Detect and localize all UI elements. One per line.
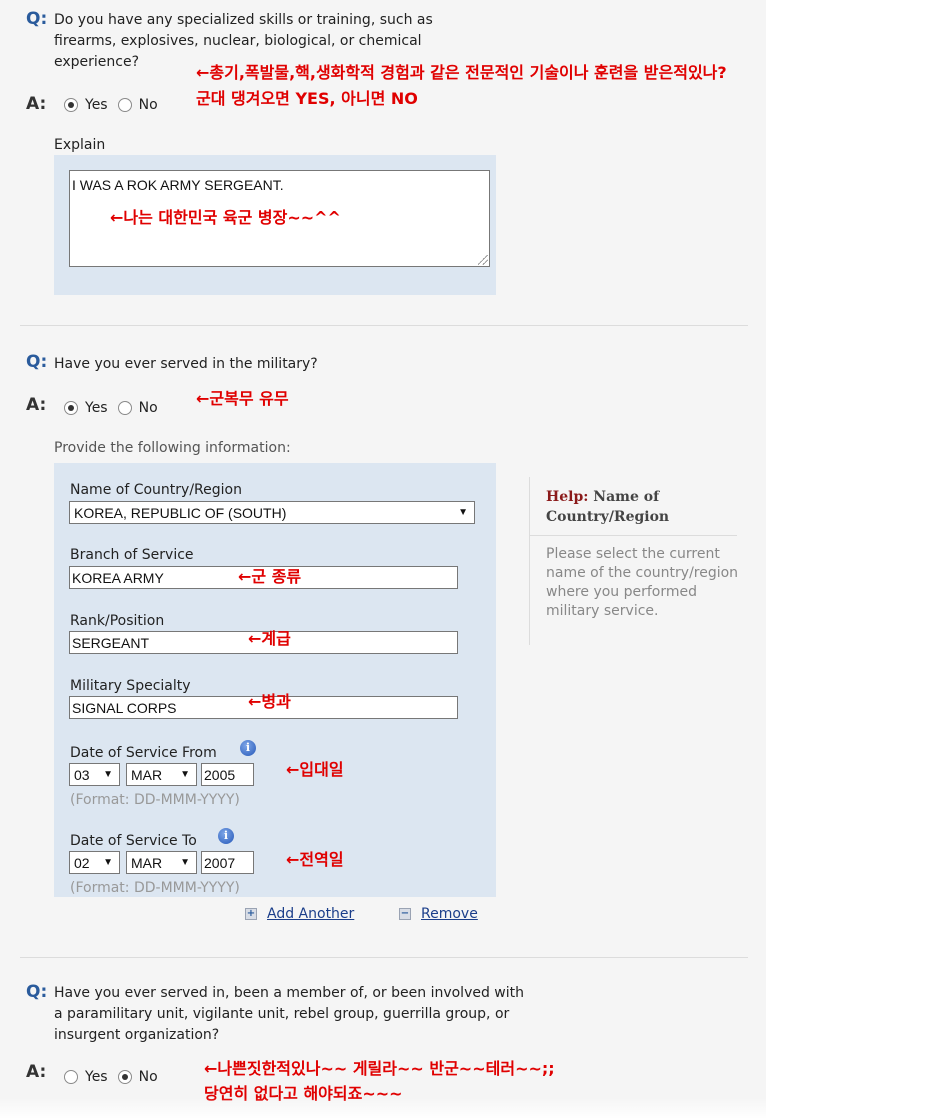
date-to-day-select[interactable]: 02 ▼ [69,851,120,874]
annotation-date-to: ←전역일 [286,850,344,869]
date-to-month-select[interactable]: MAR ▼ [126,851,197,874]
country-value: KOREA, REPUBLIC OF (SOUTH) [74,505,287,521]
question-marker: Q: [26,982,48,1002]
answer-marker: A: [26,1062,47,1082]
rank-label: Rank/Position [70,613,165,629]
answer-marker: A: [26,395,47,415]
branch-label: Branch of Service [70,547,194,563]
military-yes-label: Yes [85,400,108,416]
help-prefix: Help: [546,489,589,505]
remove-icon: − [399,908,411,920]
section-divider [20,325,748,326]
date-from-year-input[interactable]: 2005 [201,763,254,786]
date-from-format-hint: (Format: DD-MMM-YYYY) [70,792,240,808]
add-icon: + [245,908,257,920]
skills-radio-group: Yes No [64,97,168,113]
military-no-radio[interactable] [117,401,132,415]
military-no-label: No [138,400,158,416]
provide-info-label: Provide the following information: [54,440,291,456]
info-icon[interactable]: i [218,828,234,844]
paramilitary-no-radio[interactable] [117,1070,132,1084]
date-to-label: Date of Service To [70,833,197,849]
paramilitary-yes-label: Yes [85,1069,108,1085]
date-to-year-input[interactable]: 2007 [201,851,254,874]
date-from-month-select[interactable]: MAR ▼ [126,763,197,786]
annotation-branch: ←군 종류 [238,567,302,586]
country-label: Name of Country/Region [70,482,242,498]
military-radio-group: Yes No [64,400,168,416]
dropdown-arrow-icon: ▼ [180,857,190,868]
paramilitary-no-label: No [138,1069,158,1085]
dropdown-arrow-icon: ▼ [180,769,190,780]
dropdown-arrow-icon: ▼ [458,507,468,518]
annotation-explain: ←나는 대한민국 육군 병장~~^^ [110,208,341,227]
help-title: Help: Name of Country/Region [546,487,736,527]
date-to-month: MAR [131,855,163,871]
date-from-day: 03 [74,767,90,783]
question-marker: Q: [26,9,48,29]
annotation-skills-question: ←총기,폭발물,핵,생화학적 경험과 같은 전문적인 기술이나 훈련을 받은적있… [196,63,727,82]
dropdown-arrow-icon: ▼ [103,769,113,780]
paramilitary-radio-group: Yes No [64,1069,168,1085]
remove-label: Remove [421,906,478,922]
country-select[interactable]: KOREA, REPUBLIC OF (SOUTH) ▼ [69,501,475,524]
add-another-button[interactable]: + Add Another [245,906,354,922]
help-body: Please select the current name of the co… [546,546,739,619]
info-icon[interactable]: i [240,740,256,756]
skills-no-label: No [138,97,158,113]
skills-yes-label: Yes [85,97,108,113]
annotation-military-answer: ←군복무 유무 [196,389,289,408]
answer-marker: A: [26,94,47,114]
remove-button[interactable]: − Remove [399,906,478,922]
skills-yes-radio[interactable] [64,98,78,112]
bottom-fade [0,1098,936,1119]
annotation-specialty: ←병과 [248,692,291,711]
paramilitary-yes-radio[interactable] [64,1070,78,1084]
question-military-service: Have you ever served in the military? [54,356,318,372]
annotation-rank: ←계급 [248,629,291,648]
date-from-month: MAR [131,767,163,783]
explain-label: Explain [54,137,106,153]
question-paramilitary: Have you ever served in, been a member o… [54,985,525,1043]
date-to-day: 02 [74,855,90,871]
skills-no-radio[interactable] [117,98,132,112]
resize-grip-icon[interactable] [478,255,488,265]
date-from-day-select[interactable]: 03 ▼ [69,763,120,786]
add-another-label: Add Another [267,906,355,922]
section-divider [20,957,748,958]
specialty-label: Military Specialty [70,678,191,694]
military-yes-radio[interactable] [64,401,78,415]
help-separator [529,535,737,536]
annotation-skills-answer: 군대 댕겨오면 YES, 아니면 NO [196,89,418,108]
dropdown-arrow-icon: ▼ [103,857,113,868]
help-divider [529,477,530,645]
date-from-label: Date of Service From [70,745,217,761]
question-marker: Q: [26,352,48,372]
annotation-paramilitary-1: ←나쁜짓한적있나~~ 게릴라~~ 반군~~테러~~;; [204,1059,555,1078]
date-to-format-hint: (Format: DD-MMM-YYYY) [70,880,240,896]
annotation-date-from: ←입대일 [286,760,344,779]
explain-text: I WAS A ROK ARMY SERGEANT. [72,177,284,193]
